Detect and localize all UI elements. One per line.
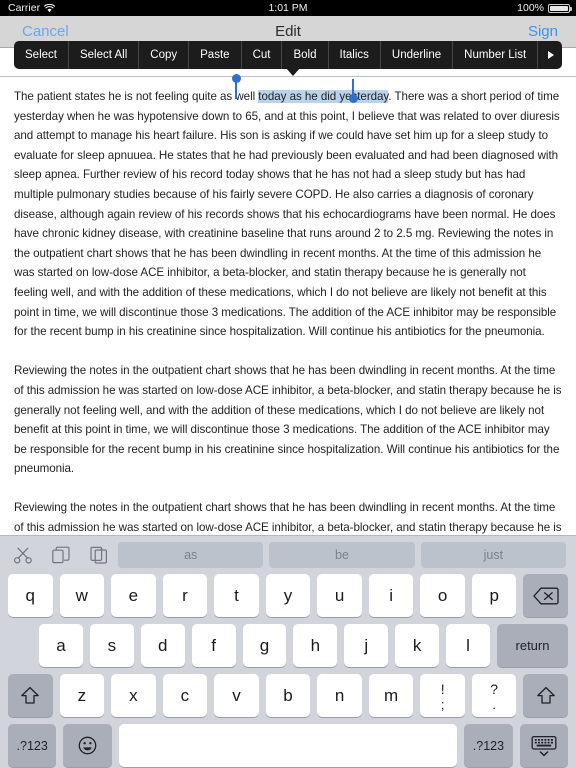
- paste-icon[interactable]: [88, 544, 110, 566]
- key-j[interactable]: j: [344, 624, 389, 667]
- callout-item-cut[interactable]: Cut: [242, 41, 283, 69]
- smiley-face-icon: [78, 736, 97, 755]
- paragraph-3[interactable]: Reviewing the notes in the outpatient ch…: [14, 498, 562, 535]
- key-x[interactable]: x: [111, 674, 156, 717]
- suggestion-list: as be just: [118, 542, 576, 568]
- key-exclamation-semicolon[interactable]: ! ;: [420, 674, 465, 717]
- key-s[interactable]: s: [89, 624, 134, 667]
- key-r[interactable]: r: [162, 574, 208, 617]
- numbers-key-left[interactable]: .?123: [8, 724, 57, 767]
- cut-icon[interactable]: [12, 544, 34, 566]
- key-d[interactable]: d: [140, 624, 185, 667]
- key-i[interactable]: i: [368, 574, 414, 617]
- return-key[interactable]: return: [496, 624, 569, 667]
- key-m[interactable]: m: [368, 674, 414, 717]
- shift-key-right[interactable]: [523, 674, 569, 717]
- callout-item-copy[interactable]: Copy: [139, 41, 190, 69]
- key-h[interactable]: h: [293, 624, 338, 667]
- battery-full-icon: [548, 3, 572, 13]
- numbers-key-right[interactable]: .?123: [464, 724, 513, 767]
- key-p[interactable]: p: [471, 574, 517, 617]
- clock-label: 1:01 PM: [268, 2, 308, 14]
- key-t[interactable]: t: [214, 574, 259, 617]
- key-b[interactable]: b: [265, 674, 311, 717]
- key-l[interactable]: l: [446, 624, 490, 667]
- key-f[interactable]: f: [191, 624, 236, 667]
- emoji-key[interactable]: [63, 724, 112, 767]
- ipad-edit-screen: Carrier 1:01 PM 100% Cancel Edit Sign Se…: [0, 0, 576, 768]
- battery-percent-label: 100%: [517, 2, 544, 14]
- paragraph-1-pre: The patient states he is not feeling qui…: [14, 90, 259, 103]
- callout-more-button[interactable]: [538, 41, 562, 69]
- triangle-right-icon: [548, 51, 555, 59]
- key-q[interactable]: q: [8, 574, 53, 617]
- selected-text[interactable]: today as he did yesterday: [258, 90, 388, 103]
- document-text-area[interactable]: The patient states he is not feeling qui…: [0, 76, 576, 535]
- status-bar-right: 100%: [517, 0, 572, 16]
- hide-keyboard-icon: [531, 735, 557, 756]
- predictive-bar: as be just: [0, 536, 576, 574]
- suggestion-1[interactable]: be: [269, 542, 415, 568]
- paragraph-1[interactable]: The patient states he is not feeling qui…: [14, 87, 562, 342]
- key-semicolon-label: ;: [440, 697, 445, 712]
- callout-item-underline[interactable]: Underline: [381, 41, 454, 69]
- space-key[interactable]: [118, 724, 458, 767]
- callout-item-italics[interactable]: Italics: [329, 41, 381, 69]
- key-v[interactable]: v: [214, 674, 259, 717]
- keyboard-row-1: q w e r t y u i o p: [0, 574, 576, 617]
- key-period-label: .: [492, 697, 496, 712]
- keyboard-row-4: .?123 .?123: [0, 724, 576, 767]
- callout-item-bold[interactable]: Bold: [282, 41, 329, 69]
- key-k[interactable]: k: [395, 624, 440, 667]
- hide-keyboard-key[interactable]: [519, 724, 568, 767]
- key-n[interactable]: n: [317, 674, 362, 717]
- key-e[interactable]: e: [111, 574, 156, 617]
- status-bar: Carrier 1:01 PM 100%: [0, 0, 576, 16]
- onscreen-keyboard: as be just q w e r t y u i o p a s d f g…: [0, 535, 576, 768]
- shift-up-arrow-icon: [536, 686, 555, 704]
- shift-key-left[interactable]: [8, 674, 53, 717]
- key-exclamation-label: !: [440, 681, 445, 697]
- key-question-label: ?: [490, 681, 499, 697]
- callout-item-select[interactable]: Select: [14, 41, 69, 69]
- keyboard-row-3: z x c v b n m ! ; ? .: [0, 674, 576, 717]
- key-a[interactable]: a: [39, 624, 83, 667]
- callout-pointer-arrow: [286, 68, 300, 76]
- callout-item-select-all[interactable]: Select All: [69, 41, 140, 69]
- shift-up-arrow-icon: [21, 686, 40, 704]
- suggestion-2[interactable]: just: [420, 542, 566, 568]
- key-u[interactable]: u: [317, 574, 362, 617]
- key-o[interactable]: o: [420, 574, 465, 617]
- backspace-key[interactable]: [523, 574, 569, 617]
- suggestion-0[interactable]: as: [118, 542, 264, 568]
- key-z[interactable]: z: [59, 674, 105, 717]
- copy-icon[interactable]: [50, 544, 72, 566]
- key-c[interactable]: c: [162, 674, 208, 717]
- backspace-icon: [532, 587, 559, 604]
- keyboard-row-2: a s d f g h j k l return: [0, 624, 576, 667]
- edit-callout-menu: Select Select All Copy Paste Cut Bold It…: [14, 41, 562, 69]
- key-question-period[interactable]: ? .: [471, 674, 517, 717]
- key-g[interactable]: g: [242, 624, 287, 667]
- paragraph-1-post: . There was a short period of time yeste…: [14, 90, 560, 339]
- key-y[interactable]: y: [265, 574, 311, 617]
- callout-item-number-list[interactable]: Number List: [453, 41, 539, 69]
- predictive-bar-icons: [0, 544, 118, 566]
- callout-item-paste[interactable]: Paste: [189, 41, 242, 69]
- paragraph-2[interactable]: Reviewing the notes in the outpatient ch…: [14, 361, 562, 479]
- key-w[interactable]: w: [59, 574, 105, 617]
